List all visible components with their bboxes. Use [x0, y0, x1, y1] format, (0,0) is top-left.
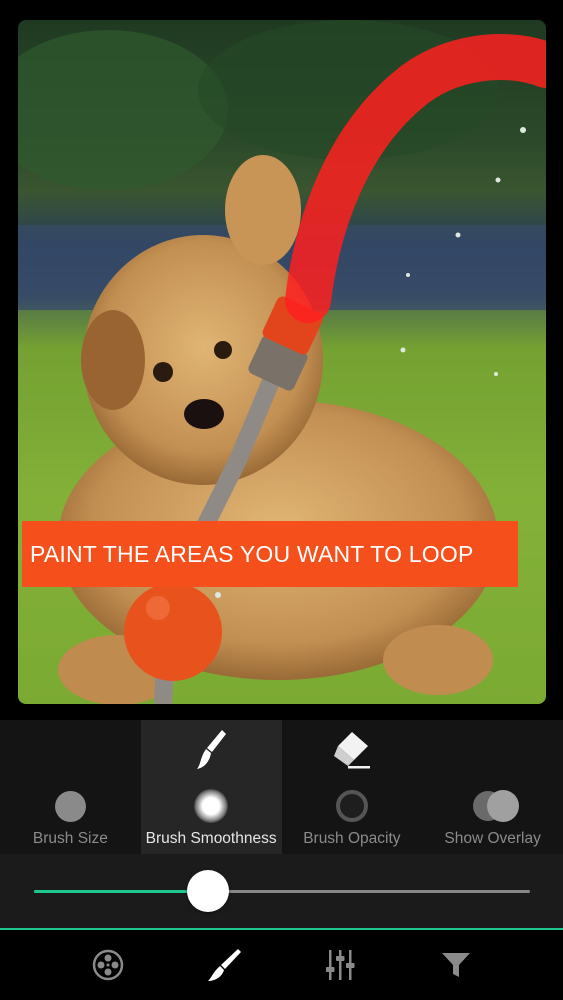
tool-brush-smoothness[interactable]: Brush Smoothness [140, 720, 282, 854]
tool-label: Brush Size [32, 830, 108, 847]
tool-show-overlay[interactable]: Show Overlay [422, 720, 563, 854]
tool-brush-size[interactable]: Brush Size [0, 720, 141, 854]
brush-icon [207, 949, 241, 981]
tool-brush-opacity[interactable]: Brush Opacity [282, 720, 423, 854]
film-reel-icon [92, 949, 123, 981]
smoothness-slider[interactable] [0, 854, 563, 930]
paintbrush-icon[interactable] [189, 728, 233, 772]
brush-smoothness-icon [191, 786, 231, 826]
slider-thumb[interactable] [187, 870, 229, 912]
slider-fill [34, 890, 208, 893]
instruction-banner: PAINT THE AREAS YOU WANT TO LOOP [22, 521, 518, 587]
show-overlay-icon [472, 786, 519, 826]
dog-photo [18, 20, 546, 704]
adjust-sliders-icon [325, 950, 354, 980]
brush-opacity-icon [332, 786, 372, 826]
nav-brush[interactable] [166, 930, 282, 1000]
nav-adjust[interactable] [282, 930, 398, 1000]
photo-canvas[interactable]: PAINT THE AREAS YOU WANT TO LOOP [18, 20, 546, 704]
nav-filter[interactable] [398, 930, 514, 1000]
banner-text: PAINT THE AREAS YOU WANT TO LOOP [30, 540, 474, 567]
brush-size-icon [50, 786, 90, 826]
nav-film-reel[interactable] [50, 930, 166, 1000]
bottom-nav-bar [0, 930, 563, 1000]
tool-label: Brush Smoothness [145, 830, 277, 847]
funnel-filter-icon [441, 953, 470, 977]
brush-tool-panel: Brush Size Brush Smoothness Brush Opacit… [0, 720, 563, 854]
tool-label: Brush Opacity [303, 830, 401, 847]
tool-label: Show Overlay [444, 830, 541, 847]
eraser-icon[interactable] [330, 728, 374, 772]
